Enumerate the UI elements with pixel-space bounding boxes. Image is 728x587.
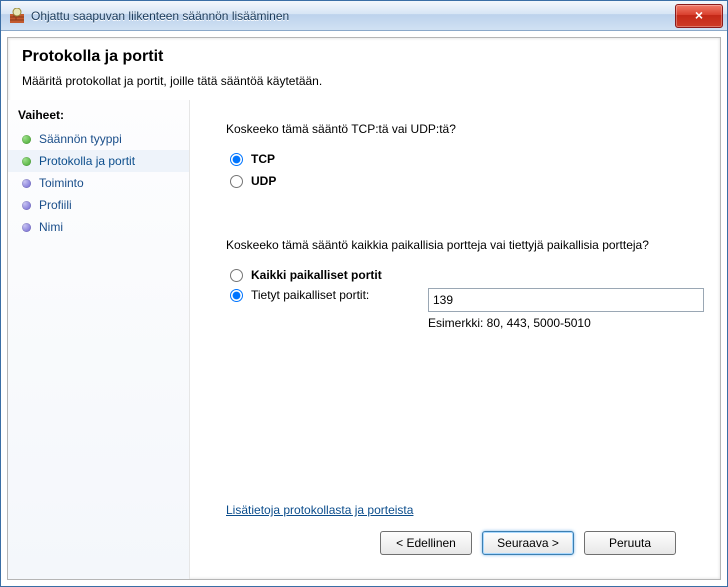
next-button[interactable]: Seuraava >: [482, 531, 574, 555]
firewall-icon: [9, 8, 25, 24]
question-ports: Koskeeko tämä sääntö kaikkia paikallisia…: [226, 238, 694, 252]
titlebar: Ohjattu saapuvan liikenteen säännön lisä…: [1, 1, 727, 31]
radio-row-udp: UDP: [230, 174, 694, 188]
bullet-icon: [22, 201, 31, 210]
port-input-wrap: Esimerkki: 80, 443, 5000-5010: [428, 288, 694, 330]
window-title: Ohjattu saapuvan liikenteen säännön lisä…: [31, 9, 289, 23]
page-title: Protokolla ja portit: [22, 48, 706, 66]
bullet-icon: [22, 223, 31, 232]
close-button[interactable]: ×: [675, 4, 723, 28]
wizard-window: Ohjattu saapuvan liikenteen säännön lisä…: [0, 0, 728, 587]
radio-all-ports-label: Kaikki paikalliset portit: [251, 268, 382, 282]
main-panel: Koskeeko tämä sääntö TCP:tä vai UDP:tä? …: [190, 100, 720, 579]
radio-udp-label: UDP: [251, 174, 276, 188]
sidebar-step-label: Säännön tyyppi: [39, 132, 122, 146]
specific-ports-block: Tietyt paikalliset portit: Esimerkki: 80…: [230, 288, 694, 330]
sidebar-step-label: Protokolla ja portit: [39, 154, 135, 168]
radio-tcp[interactable]: [230, 153, 243, 166]
radio-tcp-label: TCP: [251, 152, 275, 166]
inner-frame: Protokolla ja portit Määritä protokollat…: [7, 37, 721, 580]
close-icon: ×: [695, 8, 703, 22]
link-row: Lisätietoja protokollasta ja porteista: [226, 463, 694, 517]
sidebar-step-profile[interactable]: Profiili: [8, 194, 189, 216]
page-subtitle: Määritä protokollat ja portit, joille tä…: [22, 74, 706, 88]
sidebar-step-label: Nimi: [39, 220, 63, 234]
titlebar-left: Ohjattu saapuvan liikenteen säännön lisä…: [9, 8, 289, 24]
sidebar-step-label: Profiili: [39, 198, 72, 212]
radio-row-specific-ports: Tietyt paikalliset portit:: [230, 288, 400, 302]
content: Vaiheet: Säännön tyyppi Protokolla ja po…: [8, 100, 720, 579]
bullet-icon: [22, 179, 31, 188]
button-row: < Edellinen Seuraava > Peruuta: [226, 517, 694, 569]
radio-all-ports[interactable]: [230, 269, 243, 282]
port-example: Esimerkki: 80, 443, 5000-5010: [428, 316, 694, 330]
learn-more-link[interactable]: Lisätietoja protokollasta ja porteista: [226, 503, 413, 517]
sidebar-step-label: Toiminto: [39, 176, 84, 190]
question-protocol: Koskeeko tämä sääntö TCP:tä vai UDP:tä?: [226, 122, 694, 136]
back-button[interactable]: < Edellinen: [380, 531, 472, 555]
port-input[interactable]: [428, 288, 704, 312]
radio-specific-ports[interactable]: [230, 289, 243, 302]
header: Protokolla ja portit Määritä protokollat…: [8, 38, 720, 100]
sidebar-step-action[interactable]: Toiminto: [8, 172, 189, 194]
radio-specific-ports-label: Tietyt paikalliset portit:: [251, 288, 369, 302]
sidebar: Vaiheet: Säännön tyyppi Protokolla ja po…: [8, 100, 190, 579]
sidebar-step-name[interactable]: Nimi: [8, 216, 189, 238]
sidebar-step-protocol-ports[interactable]: Protokolla ja portit: [8, 150, 189, 172]
cancel-button[interactable]: Peruuta: [584, 531, 676, 555]
bullet-icon: [22, 157, 31, 166]
sidebar-step-rule-type[interactable]: Säännön tyyppi: [8, 128, 189, 150]
radio-row-all-ports: Kaikki paikalliset portit: [230, 268, 694, 282]
radio-row-tcp: TCP: [230, 152, 694, 166]
bullet-icon: [22, 135, 31, 144]
radio-udp[interactable]: [230, 175, 243, 188]
sidebar-heading: Vaiheet:: [8, 104, 189, 128]
